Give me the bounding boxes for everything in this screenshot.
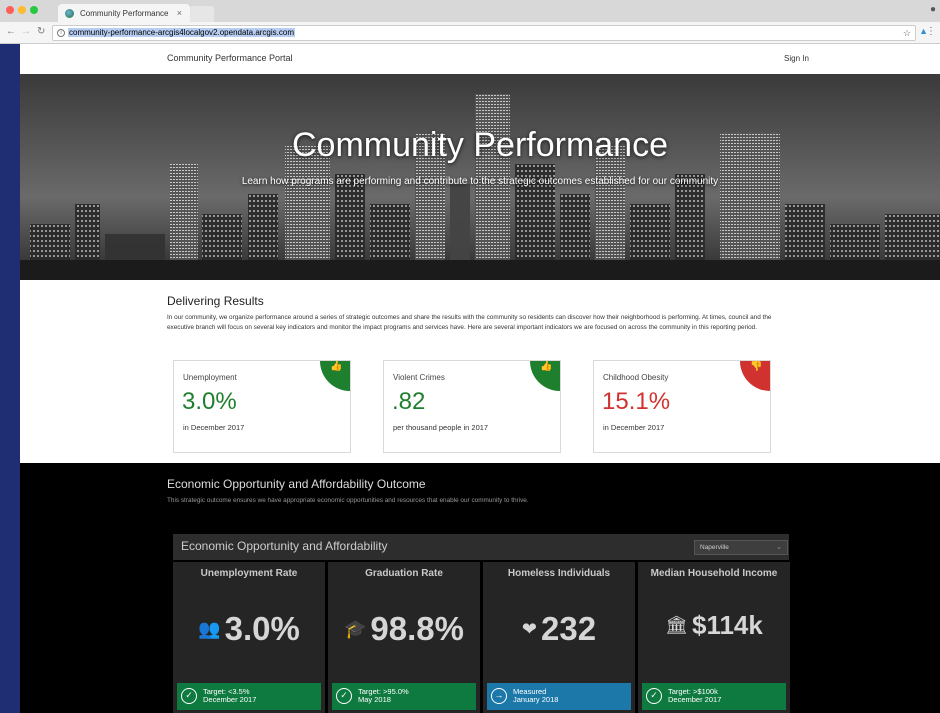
thumbs-up-icon: 👍 [540,361,553,372]
metric-value: $114k [691,610,763,640]
metric-label: Graduation Rate [365,568,443,579]
hero-title: Community Performance [291,126,668,164]
metric-value: 232 [541,610,597,647]
people-icon: 👥 [198,618,221,639]
check-icon: ✓ [181,688,197,704]
graduation-cap-icon: 🎓 [344,618,367,639]
chevron-down-icon: ⌄ [776,544,782,551]
hero-subtitle: Learn how programs are performing and co… [241,176,719,187]
kpi-status-badge: 👎 [740,361,770,391]
hand-heart-icon: ❤ [521,618,538,639]
kpi-label: Violent Crimes [393,373,445,382]
badge-date: December 2017 [668,695,722,704]
back-icon[interactable]: ← [6,26,16,37]
info-icon[interactable]: i [57,29,65,37]
forward-icon[interactable]: → [21,26,31,37]
sign-in-link[interactable]: Sign In [784,54,809,63]
url-text: community-performance-arcgis4localgov2.o… [68,28,295,37]
metric-status-badge: → Measured January 2018 [487,683,631,710]
thumbs-up-icon: 👍 [330,361,343,372]
metric-unemployment-rate[interactable]: Unemployment Rate 👥 3.0% ✓ Target: <3.5% … [173,562,325,713]
panel-header: Economic Opportunity and Affordability N… [173,534,789,560]
kpi-value: 15.1% [602,388,671,415]
metric-status-badge: ✓ Target: >95.0% May 2018 [332,683,476,710]
browser-toolbar: ← → ↻ i community-performance-arcgis4loc… [0,22,940,44]
browser-tab-bar: Community Performance × ● [0,0,940,22]
metric-homeless-individuals[interactable]: Homeless Individuals ❤ 232 → Measured Jan… [483,562,635,713]
kpi-value: 3.0% [182,388,237,415]
kpi-label: Childhood Obesity [603,373,669,382]
hero-banner: Community Performance Learn how programs… [20,74,940,280]
star-icon[interactable]: ☆ [903,28,911,39]
section-title: Economic Opportunity and Affordability O… [167,477,426,491]
section-description: This strategic outcome ensures we have a… [167,497,529,504]
metric-label: Homeless Individuals [507,568,611,579]
kpi-status-badge: 👍 [320,361,350,391]
new-tab-button[interactable] [190,6,214,22]
thumbs-down-icon: 👎 [750,361,763,372]
site-title[interactable]: Community Performance Portal [167,53,293,63]
economic-outcome-section: Economic Opportunity and Affordability O… [20,463,940,713]
check-icon: ✓ [336,688,352,704]
tab-close-icon[interactable]: × [177,8,182,18]
metric-value: 98.8% [370,610,464,647]
kpi-card-childhood-obesity[interactable]: Childhood Obesity 15.1% in December 2017… [593,360,771,453]
metric-graduation-rate[interactable]: Graduation Rate 🎓 98.8% ✓ Target: >95.0% … [328,562,480,713]
metric-median-household-income[interactable]: Median Household Income 🏛 $114k ✓ Target:… [638,562,790,713]
kpi-label: Unemployment [183,373,237,382]
reload-icon[interactable]: ↻ [37,26,45,37]
window-minimize-button[interactable] [18,6,26,14]
globe-icon [65,9,74,18]
kpi-note: in December 2017 [183,423,245,432]
kpi-note: per thousand people in 2017 [393,423,489,432]
check-icon: ✓ [646,688,662,704]
site-header: Community Performance Portal Sign In [20,44,940,74]
kpi-status-badge: 👍 [530,361,560,391]
kpi-card-violent-crimes[interactable]: Violent Crimes .82 per thousand people i… [383,360,561,453]
metric-label: Median Household Income [650,568,778,579]
menu-icon[interactable]: ⋮ [926,26,936,37]
metric-status-badge: ✓ Target: <3.5% December 2017 [177,683,321,710]
delivering-results-section: Delivering Results In our community, we … [20,280,940,463]
metric-label: Unemployment Rate [200,568,298,579]
kpi-value: .82 [392,388,426,415]
kpi-note: in December 2017 [603,423,665,432]
panel-title: Economic Opportunity and Affordability [181,539,388,553]
bank-icon: 🏛 [665,615,688,635]
web-page: Community Performance Portal Sign In Com… [20,44,940,713]
window-close-button[interactable] [6,6,14,14]
badge-date: December 2017 [203,695,257,704]
window-maximize-button[interactable] [30,6,38,14]
tab-title: Community Performance [80,9,169,18]
section-title: Delivering Results [167,294,264,308]
browser-tab[interactable]: Community Performance × [58,4,190,22]
badge-date: May 2018 [358,695,391,704]
badge-date: January 2018 [513,695,559,704]
metric-status-badge: ✓ Target: >$100k December 2017 [642,683,786,710]
location-select[interactable]: Naperville ⌄ [694,540,788,555]
section-description: In our community, we organize performanc… [167,314,772,331]
select-value: Naperville [700,544,729,551]
metric-value: 3.0% [224,610,300,647]
arrow-right-icon: → [491,688,507,704]
address-bar[interactable]: i community-performance-arcgis4localgov2… [52,25,916,41]
kpi-card-unemployment[interactable]: Unemployment 3.0% in December 2017 👍 [173,360,351,453]
profile-icon[interactable]: ● [930,4,936,15]
